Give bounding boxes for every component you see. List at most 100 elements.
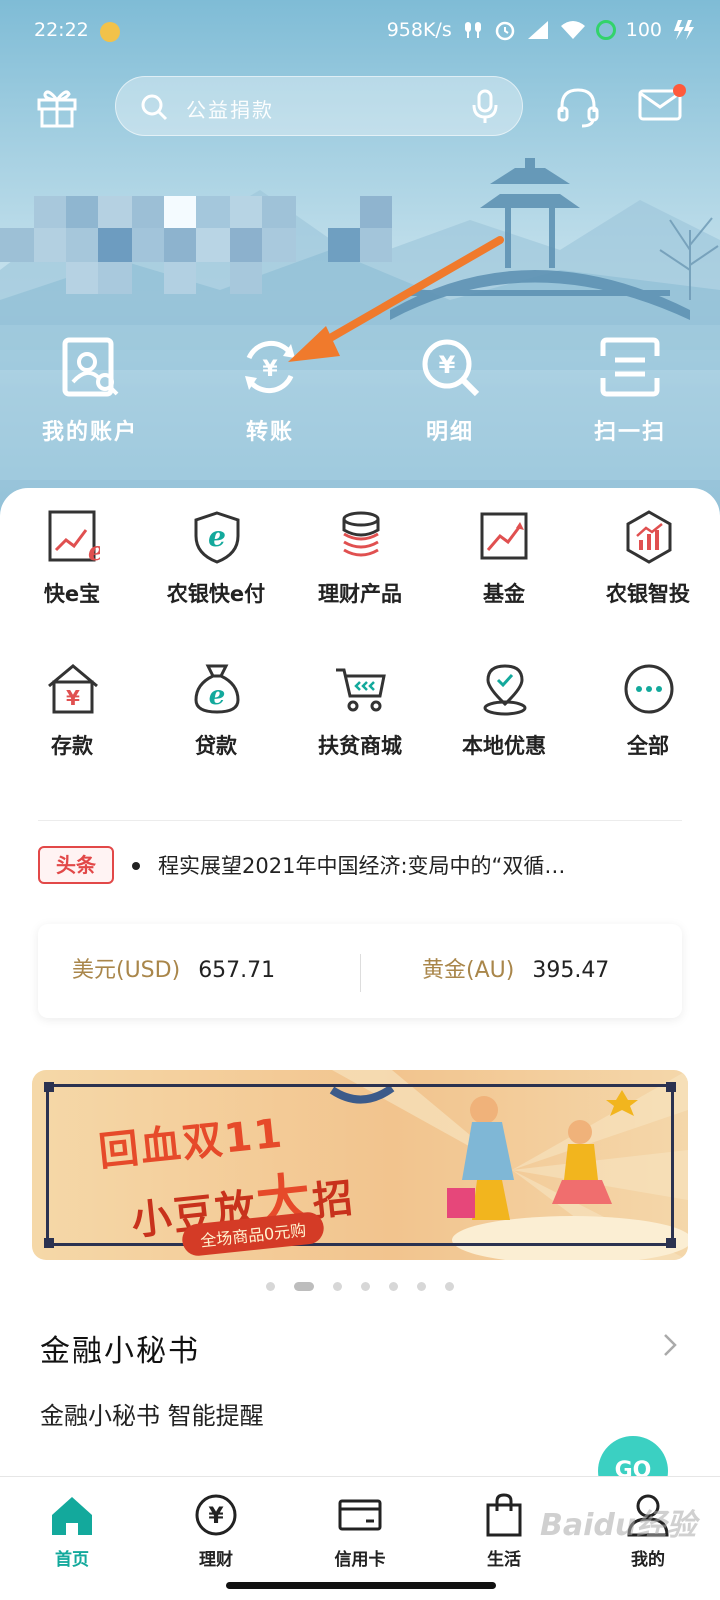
customer-service-icon[interactable] (556, 86, 600, 128)
quick-action-label: 转账 (245, 420, 294, 445)
svg-text:¥: ¥ (66, 686, 80, 710)
top-bar: 公益捐款 (0, 74, 720, 140)
coins-stack-icon (342, 511, 380, 557)
svg-text:¥: ¥ (439, 351, 456, 379)
service-label: 本地优惠 (462, 734, 546, 758)
alarm-icon (495, 21, 514, 41)
quick-action-transfer[interactable]: ¥ 转账 (180, 336, 360, 456)
exchange-rates-card[interactable]: 美元(USD) 657.71 黄金(AU) 395.47 (38, 924, 682, 1018)
service-label: 贷款 (195, 734, 237, 758)
service-wealth-products[interactable]: 理财产品 (288, 510, 432, 662)
smart-invest-icon (626, 510, 672, 564)
section-title[interactable]: 金融小秘书 (40, 1326, 200, 1370)
account-icon (62, 337, 119, 397)
microphone-icon[interactable] (470, 89, 500, 125)
divider (360, 954, 361, 992)
carousel-dot[interactable] (333, 1281, 342, 1291)
quick-actions: 我的账户 ¥ 转账 ¥ 明细 扫一扫 (0, 336, 720, 456)
carousel-indicator[interactable] (0, 1280, 720, 1292)
search-input[interactable]: 公益捐款 (115, 76, 523, 136)
quick-action-label: 我的账户 (41, 420, 138, 445)
masked-user-info (0, 196, 420, 300)
service-label: 扶贫商城 (318, 734, 402, 758)
carousel-dot[interactable] (361, 1281, 370, 1291)
more-icon (624, 664, 674, 714)
nav-label: 信用卡 (334, 1550, 386, 1570)
service-all[interactable]: 全部 (576, 662, 720, 814)
rate-value: 657.71 (198, 958, 276, 983)
divider (38, 820, 682, 821)
service-poverty-mall[interactable]: 扶贫商城 (288, 662, 432, 814)
service-label: 快e宝 (43, 582, 101, 606)
status-time: 22:22 (34, 19, 89, 41)
rate-name: 美元(USD) (72, 958, 181, 983)
rate-name: 黄金(AU) (422, 958, 515, 983)
loan-bag-icon: e (194, 664, 240, 714)
earbuds-icon (464, 22, 481, 38)
rate-value: 395.47 (532, 958, 610, 983)
quick-action-label: 明细 (425, 420, 474, 445)
shopping-bag-icon (486, 1493, 522, 1537)
service-loan[interactable]: e 贷款 (144, 662, 288, 814)
headline-ticker[interactable]: 头条 程实展望2021年中国经济:变局中的“双循… (38, 846, 682, 886)
service-kuai-e-bao[interactable]: e 快e宝 (0, 510, 144, 662)
carousel-dot[interactable] (389, 1281, 398, 1291)
carousel-dot[interactable] (266, 1281, 275, 1291)
quick-action-my-account[interactable]: 我的账户 (0, 336, 180, 456)
transfer-icon: ¥ (245, 340, 295, 394)
nav-label: 生活 (487, 1550, 521, 1570)
details-icon: ¥ (422, 339, 480, 397)
service-label: 理财产品 (318, 582, 402, 606)
service-label: 基金 (483, 582, 525, 606)
search-placeholder: 公益捐款 (186, 98, 274, 122)
charging-icon (674, 20, 694, 40)
chevron-right-icon[interactable] (662, 1332, 678, 1358)
service-local-deals[interactable]: 本地优惠 (432, 662, 576, 814)
kuai-e-bao-icon: e (48, 510, 100, 564)
quick-action-details[interactable]: ¥ 明细 (360, 336, 540, 456)
fund-chart-icon (480, 512, 528, 560)
headline-text[interactable]: 程实展望2021年中国经济:变局中的“双循… (158, 850, 682, 880)
carousel-dot[interactable] (445, 1281, 454, 1291)
watermark: Baidu经验 (540, 1508, 697, 1543)
wifi-icon (560, 21, 585, 39)
carousel-dot[interactable] (294, 1281, 314, 1291)
main-card: e 快e宝 e 农银快e付 理财产品 (0, 488, 720, 1478)
service-smart-invest[interactable]: 农银智投 (576, 510, 720, 662)
service-label: 农银智投 (606, 582, 690, 606)
svg-text:e: e (88, 537, 100, 564)
rate-usd[interactable]: 美元(USD) 657.71 (72, 924, 275, 1018)
svg-text:¥: ¥ (208, 1504, 224, 1529)
battery-ring-icon (595, 20, 616, 40)
svg-text:e: e (208, 520, 226, 553)
yuan-circle-icon: ¥ (195, 1494, 237, 1536)
quick-action-scan[interactable]: 扫一扫 (540, 336, 720, 456)
promo-banner[interactable]: 回血双11 小豆放大招 全场商品0元购 (32, 1070, 688, 1260)
service-label: 全部 (627, 734, 669, 758)
service-e-pay[interactable]: e 农银快e付 (144, 510, 288, 662)
hero-header: 22:22 958K/s 100 公益捐款 我的账户 ¥ 转账 ¥ 明细 扫一扫 (0, 0, 720, 540)
nav-label: 我的 (631, 1550, 665, 1570)
network-speed: 958K/s (386, 19, 452, 41)
service-label: 农银快e付 (166, 582, 266, 606)
carousel-dot[interactable] (417, 1281, 426, 1291)
battery-level: 100 (625, 19, 662, 41)
search-icon (141, 94, 168, 121)
headline-badge: 头条 (38, 846, 114, 884)
service-deposit[interactable]: ¥ 存款 (0, 662, 144, 814)
gift-icon[interactable] (36, 86, 78, 128)
quick-action-label: 扫一扫 (593, 420, 666, 445)
notification-icon (100, 22, 120, 42)
rate-gold[interactable]: 黄金(AU) 395.47 (422, 924, 609, 1018)
home-indicator[interactable] (226, 1582, 496, 1589)
nav-label: 首页 (55, 1550, 89, 1570)
shopping-cart-icon (336, 668, 386, 712)
e-pay-shield-icon: e (194, 511, 240, 564)
nav-label: 理财 (199, 1550, 233, 1570)
service-fund[interactable]: 基金 (432, 510, 576, 662)
svg-text:¥: ¥ (262, 357, 278, 382)
signal-icon (527, 21, 548, 39)
bullet-dot (132, 862, 140, 870)
nav-home[interactable]: 首页 (0, 1477, 144, 1600)
section-subtitle: 金融小秘书 智能提醒 (40, 1402, 264, 1430)
